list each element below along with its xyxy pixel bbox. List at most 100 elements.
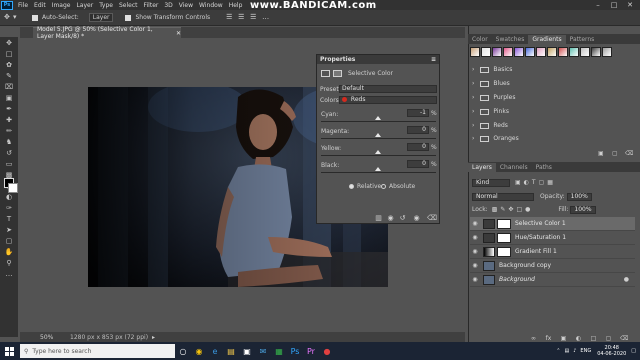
mail-icon[interactable]: ✉ xyxy=(255,342,271,360)
layer-row[interactable]: ◉ Hue/Saturation 1 xyxy=(470,231,635,245)
gradient-folder-pinks[interactable]: › Pinks xyxy=(472,106,509,117)
tab-patterns[interactable]: Patterns xyxy=(566,35,599,44)
chrome-icon[interactable]: ◉ xyxy=(191,342,207,360)
yellow-slider-track[interactable] xyxy=(321,155,436,156)
eye-icon[interactable]: ◉ xyxy=(470,220,480,227)
menu-filter[interactable]: Filter xyxy=(141,2,162,9)
record-icon[interactable]: ● xyxy=(319,342,335,360)
eraser-tool-icon[interactable]: ▭ xyxy=(0,158,18,169)
maximize-icon[interactable]: □ xyxy=(606,1,622,9)
menu-help[interactable]: Help xyxy=(226,2,246,9)
colors-dropdown[interactable]: Reds xyxy=(339,96,437,104)
clip-to-layer-icon[interactable]: ▥ xyxy=(375,215,382,222)
eyedropper-tool-icon[interactable]: ✒ xyxy=(0,103,18,114)
tab-paths[interactable]: Paths xyxy=(532,163,556,172)
edge-icon[interactable]: e xyxy=(207,342,223,360)
gradient-folder-reds[interactable]: › Reds xyxy=(472,120,508,131)
filter-adjustment-icon[interactable]: ◐ xyxy=(524,179,529,186)
gradient-swatch[interactable] xyxy=(503,47,513,57)
menu-type[interactable]: Type xyxy=(96,2,116,9)
photoshop-taskbar-icon[interactable]: Ps xyxy=(287,342,303,360)
opacity-field[interactable]: 100% xyxy=(566,192,592,201)
gradient-swatch[interactable] xyxy=(569,47,579,57)
lock-artboard-icon[interactable]: □ xyxy=(516,206,522,213)
frame-tool-icon[interactable]: ▣ xyxy=(0,92,18,103)
menu-layer[interactable]: Layer xyxy=(73,2,96,9)
cyan-slider-thumb[interactable] xyxy=(375,116,381,120)
clock[interactable]: 20:48 04-06-2020 xyxy=(597,345,626,357)
magenta-slider-track[interactable] xyxy=(321,138,436,139)
preset-dropdown[interactable]: Default xyxy=(339,85,437,93)
gradient-swatch[interactable] xyxy=(536,47,546,57)
history-brush-tool-icon[interactable]: ↺ xyxy=(0,147,18,158)
spreadsheet-app-icon[interactable]: ▦ xyxy=(271,342,287,360)
tab-gradients[interactable]: Gradients xyxy=(528,35,566,44)
align-right-icon[interactable]: ☰ xyxy=(250,14,257,21)
tab-channels[interactable]: Channels xyxy=(496,163,532,172)
file-explorer-icon[interactable]: ▤ xyxy=(223,342,239,360)
menu-file[interactable]: File xyxy=(15,2,31,9)
pen-tool-icon[interactable]: ✑ xyxy=(0,202,18,213)
lock-pixels-icon[interactable]: ▩ xyxy=(492,206,498,213)
new-folder-icon[interactable]: ▣ xyxy=(598,150,604,157)
gradient-swatch[interactable] xyxy=(525,47,535,57)
black-slider-thumb[interactable] xyxy=(375,167,381,171)
background-color-swatch[interactable] xyxy=(8,183,18,193)
type-tool-icon[interactable]: T xyxy=(0,213,18,224)
more-options-icon[interactable]: … xyxy=(262,14,269,21)
brush-tool-icon[interactable]: ✏ xyxy=(0,125,18,136)
gradient-swatch[interactable] xyxy=(514,47,524,57)
tab-swatches[interactable]: Swatches xyxy=(492,35,529,44)
menu-image[interactable]: Image xyxy=(49,2,74,9)
lasso-tool-icon[interactable]: ✿ xyxy=(0,59,18,70)
close-tab-icon[interactable]: ✕ xyxy=(176,30,181,37)
quick-select-tool-icon[interactable]: ✎ xyxy=(0,70,18,81)
filter-smart-object-icon[interactable]: ▦ xyxy=(547,179,553,186)
magenta-slider-thumb[interactable] xyxy=(375,133,381,137)
store-icon[interactable]: ▣ xyxy=(239,342,255,360)
lock-position-icon[interactable]: ✥ xyxy=(508,206,513,213)
language-indicator[interactable]: ENG xyxy=(580,348,591,354)
marquee-tool-icon[interactable]: □ xyxy=(0,48,18,59)
blend-mode-dropdown[interactable]: Normal xyxy=(472,192,534,201)
more-tools-icon[interactable]: … xyxy=(0,268,18,279)
layer-mask-thumbnail[interactable] xyxy=(497,232,511,243)
gradient-swatch[interactable] xyxy=(492,47,502,57)
notifications-icon[interactable]: □ xyxy=(631,348,636,354)
lock-all-icon[interactable]: ● xyxy=(525,206,530,213)
tab-color[interactable]: Color xyxy=(468,35,492,44)
layer-row[interactable]: ◉ Selective Color 1 xyxy=(470,217,635,231)
absolute-radio[interactable]: Absolute xyxy=(381,183,415,190)
gradient-swatch[interactable] xyxy=(558,47,568,57)
menu-select[interactable]: Select xyxy=(116,2,141,9)
document-tab[interactable]: Model 5.JPG @ 50% (Selective Color 1, La… xyxy=(33,26,181,40)
chevron-down-icon[interactable]: ▾ xyxy=(13,14,20,21)
volume-icon[interactable]: ♪ xyxy=(573,348,576,354)
align-center-icon[interactable]: ☰ xyxy=(238,14,245,21)
visibility-icon[interactable]: ◉ xyxy=(413,215,420,222)
black-slider-track[interactable] xyxy=(321,172,436,173)
mask-icon[interactable] xyxy=(333,70,342,77)
transform-controls-checkbox[interactable] xyxy=(125,14,132,21)
gradient-swatch[interactable] xyxy=(481,47,491,57)
tab-layers[interactable]: Layers xyxy=(468,163,496,172)
auto-select-target-dropdown[interactable]: Layer xyxy=(88,13,114,22)
network-icon[interactable]: ▤ xyxy=(564,348,569,354)
taskbar-search-box[interactable]: ⚲ Type here to search xyxy=(20,344,175,358)
gradient-swatch[interactable] xyxy=(591,47,601,57)
move-tool-icon[interactable]: ✥ xyxy=(0,37,18,48)
layer-kind-dropdown[interactable]: Kind xyxy=(472,178,510,187)
windows-start-icon[interactable] xyxy=(0,342,18,360)
filter-type-icon[interactable]: T xyxy=(532,179,536,186)
view-previous-icon[interactable]: ◉ xyxy=(387,215,394,222)
layer-mask-thumbnail[interactable] xyxy=(497,218,511,229)
layer-row[interactable]: ◉ Gradient Fill 1 xyxy=(470,245,635,259)
lock-paint-icon[interactable]: ✎ xyxy=(500,206,505,213)
filter-pixel-icon[interactable]: ▣ xyxy=(515,179,521,186)
eye-icon[interactable]: ◉ xyxy=(470,248,480,255)
eye-icon[interactable]: ◉ xyxy=(470,276,480,283)
layer-row[interactable]: ◉ Background ● xyxy=(470,273,635,287)
reset-icon[interactable]: ↺ xyxy=(399,215,406,222)
gradient-swatch[interactable] xyxy=(547,47,557,57)
cyan-slider-track[interactable] xyxy=(321,121,436,122)
